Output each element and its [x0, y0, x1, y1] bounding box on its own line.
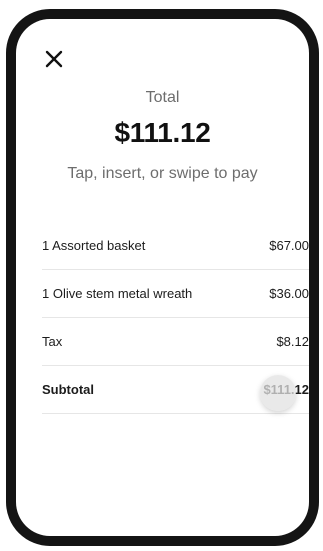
payment-instruction: Tap, insert, or swipe to pay	[67, 165, 258, 182]
payment-screen: Total $111.12 Tap, insert, or swipe to p…	[16, 19, 309, 536]
tax-label: Tax	[42, 334, 63, 349]
line-item-assorted-basket: 1 Assorted basket $67.00	[42, 222, 309, 270]
close-icon	[45, 50, 63, 68]
line-item-amount: $67.00	[269, 238, 309, 253]
subtotal-label: Subtotal	[42, 382, 94, 397]
line-item-tax: Tax $8.12	[42, 318, 309, 366]
touch-indicator	[260, 375, 296, 411]
phone-frame: Total $111.12 Tap, insert, or swipe to p…	[6, 9, 319, 546]
line-item-label: 1 Assorted basket	[42, 238, 146, 253]
total-amount: $111.12	[114, 117, 211, 148]
line-item-amount: $36.00	[269, 286, 309, 301]
close-button[interactable]	[42, 47, 66, 71]
line-item-label: 1 Olive stem metal wreath	[42, 286, 193, 301]
tax-amount: $8.12	[276, 334, 309, 349]
total-label: Total	[145, 89, 180, 106]
line-item-olive-wreath: 1 Olive stem metal wreath $36.00	[42, 270, 309, 318]
